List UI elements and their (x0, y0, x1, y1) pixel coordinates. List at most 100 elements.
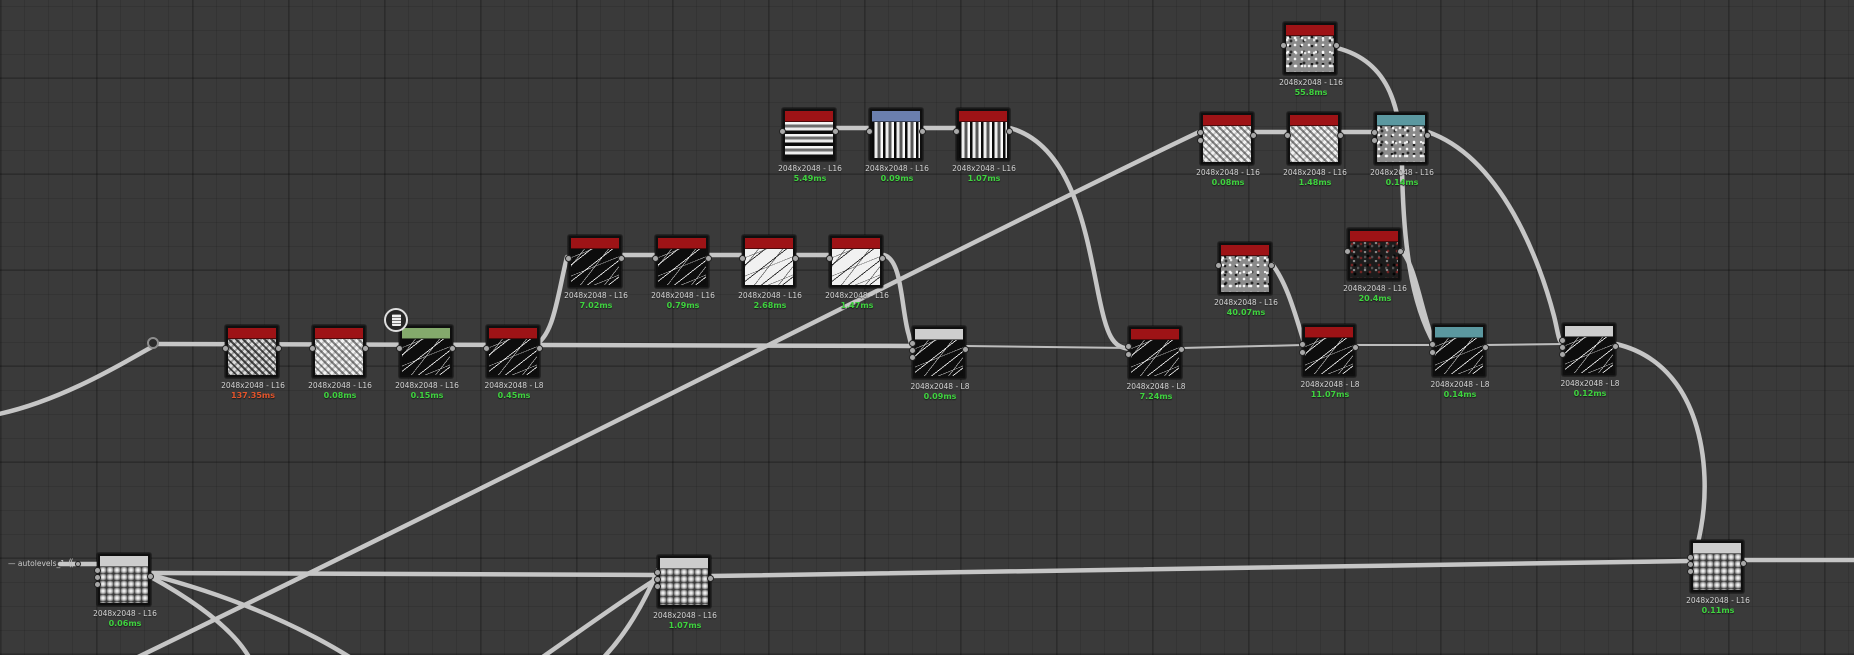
wire[interactable] (148, 572, 372, 655)
input-port[interactable] (1371, 129, 1378, 136)
graph-node-scratch-warp[interactable]: 2048x2048 - L16 0.79ms (651, 235, 715, 310)
graph-node-weave-out-a[interactable]: 2048x2048 - L16 0.06ms (93, 553, 157, 628)
graph-node-stripes-h[interactable]: 2048x2048 - L16 5.49ms (778, 108, 842, 183)
graph-node-grunge-map[interactable]: 2048x2048 - L16 40.07ms (1214, 242, 1278, 317)
input-port[interactable] (654, 569, 661, 576)
input-port[interactable] (739, 255, 746, 262)
node-thumbnail[interactable] (1377, 126, 1425, 162)
graph-node-weave-b[interactable]: 2048x2048 - L16 1.48ms (1283, 112, 1347, 187)
output-port[interactable] (275, 345, 282, 352)
graph-node-fabric-hipass[interactable]: 2048x2048 - L16 0.08ms (308, 325, 372, 400)
input-port[interactable] (654, 583, 661, 590)
output-port[interactable] (1424, 132, 1431, 139)
input-port[interactable] (909, 354, 916, 361)
node-thumbnail[interactable] (872, 122, 920, 158)
input-port[interactable] (1197, 129, 1204, 136)
input-port[interactable] (1429, 341, 1436, 348)
dot-node[interactable] (147, 337, 159, 349)
node-thumbnail[interactable] (315, 339, 363, 375)
input-port[interactable] (909, 347, 916, 354)
input-port[interactable] (94, 581, 101, 588)
node-thumbnail[interactable] (1350, 242, 1398, 278)
node-thumbnail[interactable] (785, 122, 833, 158)
output-port[interactable] (536, 345, 543, 352)
node-thumbnail[interactable] (658, 249, 706, 285)
output-port[interactable] (1482, 344, 1489, 351)
graph-node-stripes-v[interactable]: 2048x2048 - L16 1.07ms (952, 108, 1016, 183)
output-port[interactable] (1612, 343, 1619, 350)
input-port[interactable] (565, 255, 572, 262)
node-thumbnail[interactable] (1221, 256, 1269, 292)
node-thumbnail[interactable] (959, 122, 1007, 158)
external-link[interactable]: — autolevels_1 (( (8, 558, 81, 569)
graph-node-weave-a[interactable]: 2048x2048 - L16 0.08ms (1196, 112, 1260, 187)
wire[interactable] (708, 558, 1692, 579)
node-thumbnail[interactable] (1131, 340, 1179, 376)
input-port[interactable] (1197, 137, 1204, 144)
wire[interactable] (0, 341, 160, 416)
input-port[interactable] (909, 340, 916, 347)
node-thumbnail[interactable] (571, 249, 619, 285)
graph-node-mask-slope-blur[interactable]: 2048x2048 - L8 11.07ms (1299, 324, 1360, 399)
output-port[interactable] (792, 255, 799, 262)
input-port[interactable] (1280, 42, 1287, 49)
output-port[interactable] (1337, 132, 1344, 139)
graph-node-mask-warp[interactable]: 2048x2048 - L8 7.24ms (1125, 326, 1186, 401)
input-port[interactable] (1429, 349, 1436, 356)
graph-node-scratch-levels[interactable]: 2048x2048 - L16 1.47ms (825, 235, 889, 310)
input-port[interactable] (1125, 343, 1132, 350)
output-port[interactable] (1006, 128, 1013, 135)
output-port[interactable] (362, 345, 369, 352)
graph-node-mask-blend-b[interactable]: 2048x2048 - L8 0.14ms (1429, 324, 1490, 399)
node-thumbnail[interactable] (100, 567, 148, 603)
input-port[interactable] (309, 345, 316, 352)
input-port[interactable] (779, 128, 786, 135)
node-thumbnail[interactable] (489, 339, 537, 375)
node-thumbnail[interactable] (1286, 36, 1334, 72)
input-port[interactable] (1371, 137, 1378, 144)
output-port[interactable] (1397, 248, 1404, 255)
input-port[interactable] (1215, 262, 1222, 269)
external-link-port[interactable] (74, 560, 81, 567)
input-port[interactable] (1687, 561, 1694, 568)
input-port[interactable] (1299, 341, 1306, 348)
output-port[interactable] (705, 255, 712, 262)
input-port[interactable] (1687, 554, 1694, 561)
node-thumbnail[interactable] (1565, 337, 1613, 373)
node-thumbnail[interactable] (745, 249, 793, 285)
input-port[interactable] (654, 576, 661, 583)
output-port[interactable] (1178, 346, 1185, 353)
note-icon[interactable] (384, 308, 408, 332)
node-thumbnail[interactable] (832, 249, 880, 285)
output-port[interactable] (1268, 262, 1275, 269)
input-port[interactable] (94, 567, 101, 574)
node-thumbnail[interactable] (915, 340, 963, 376)
input-port[interactable] (1559, 337, 1566, 344)
output-port[interactable] (919, 128, 926, 135)
wire[interactable] (1007, 125, 1134, 352)
graph-node-noise-top[interactable]: 2048x2048 - L16 55.8ms (1279, 22, 1343, 97)
node-thumbnail[interactable] (1203, 126, 1251, 162)
input-port[interactable] (866, 128, 873, 135)
output-port[interactable] (449, 345, 456, 352)
output-port[interactable] (1740, 560, 1747, 567)
input-port[interactable] (953, 128, 960, 135)
graph-node-weave-out-b[interactable]: 2048x2048 - L16 1.07ms (653, 555, 717, 630)
input-port[interactable] (1344, 248, 1351, 255)
node-thumbnail[interactable] (228, 339, 276, 375)
graph-node-stripes-v-blue[interactable]: 2048x2048 - L16 0.09ms (865, 108, 929, 183)
graph-node-fabric-note[interactable]: 2048x2048 - L16 0.15ms (384, 308, 459, 400)
wire[interactable] (965, 345, 1130, 349)
output-port[interactable] (962, 346, 969, 353)
input-port[interactable] (483, 345, 490, 352)
input-port[interactable] (396, 345, 403, 352)
node-thumbnail[interactable] (660, 569, 708, 605)
output-port[interactable] (879, 255, 886, 262)
graph-node-scratch-invert[interactable]: 2048x2048 - L16 2.68ms (738, 235, 802, 310)
node-thumbnail[interactable] (1305, 338, 1353, 374)
input-port[interactable] (652, 255, 659, 262)
graph-node-grunge-dark[interactable]: 2048x2048 - L16 20.4ms (1343, 228, 1407, 303)
node-thumbnail[interactable] (1435, 338, 1483, 374)
output-port[interactable] (1352, 344, 1359, 351)
wire[interactable] (1485, 343, 1564, 346)
